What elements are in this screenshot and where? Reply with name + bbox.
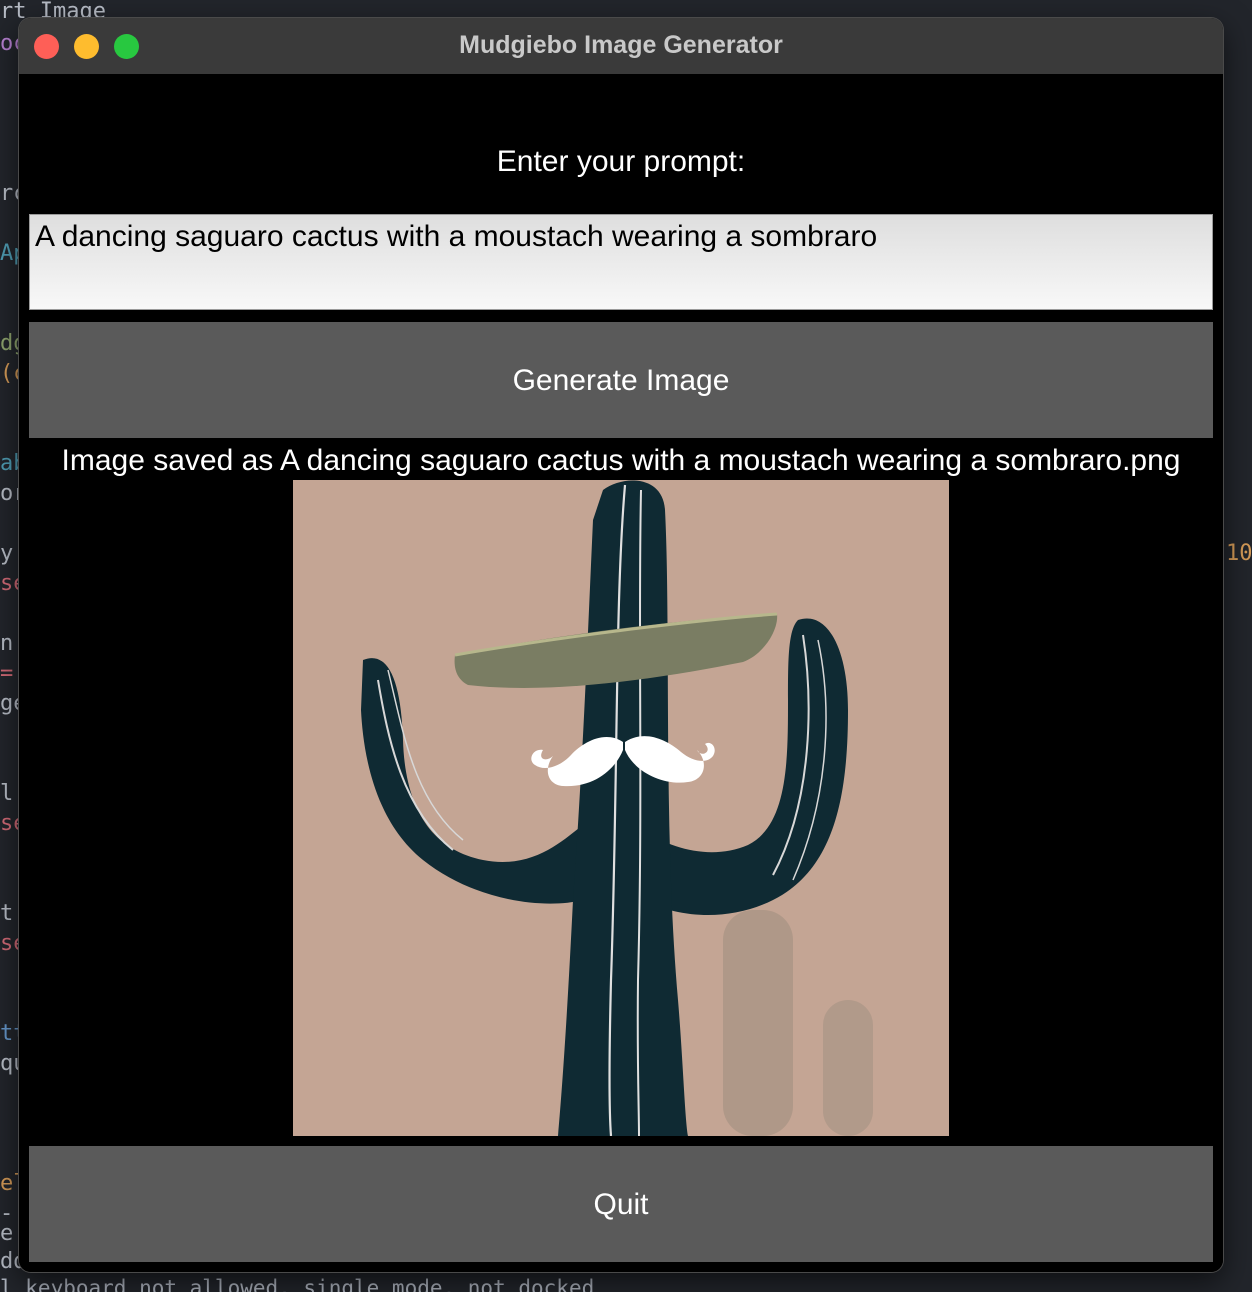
app-window: Mudgiebo Image Generator Enter your prom… xyxy=(19,18,1223,1272)
prompt-label: Enter your prompt: xyxy=(496,145,746,178)
save-status-message: Image saved as A dancing saguaro cactus … xyxy=(61,444,1181,477)
code-fragment: l xyxy=(0,781,14,806)
code-fragment: 10 xyxy=(1226,541,1252,566)
title-bar[interactable]: Mudgiebo Image Generator xyxy=(19,18,1223,75)
minimize-window-button[interactable] xyxy=(74,34,99,59)
generated-image xyxy=(293,480,949,1136)
generate-image-button[interactable]: Generate Image xyxy=(29,322,1213,438)
window-title: Mudgiebo Image Generator xyxy=(459,31,783,59)
quit-button[interactable]: Quit xyxy=(29,1146,1213,1262)
prompt-input[interactable]: A dancing saguaro cactus with a moustach… xyxy=(29,214,1213,310)
cactus-illustration xyxy=(293,480,949,1136)
code-fragment: t xyxy=(0,901,14,926)
maximize-window-button[interactable] xyxy=(114,34,139,59)
close-window-button[interactable] xyxy=(34,34,59,59)
code-fragment: y xyxy=(0,541,14,566)
editor-status-line: l keyboard not allowed, single mode, not… xyxy=(0,1276,595,1292)
code-fragment: = xyxy=(0,661,14,686)
code-fragment: e xyxy=(0,1221,14,1246)
main-content: Enter your prompt: A dancing saguaro cac… xyxy=(19,74,1223,1272)
code-fragment: n xyxy=(0,631,14,656)
